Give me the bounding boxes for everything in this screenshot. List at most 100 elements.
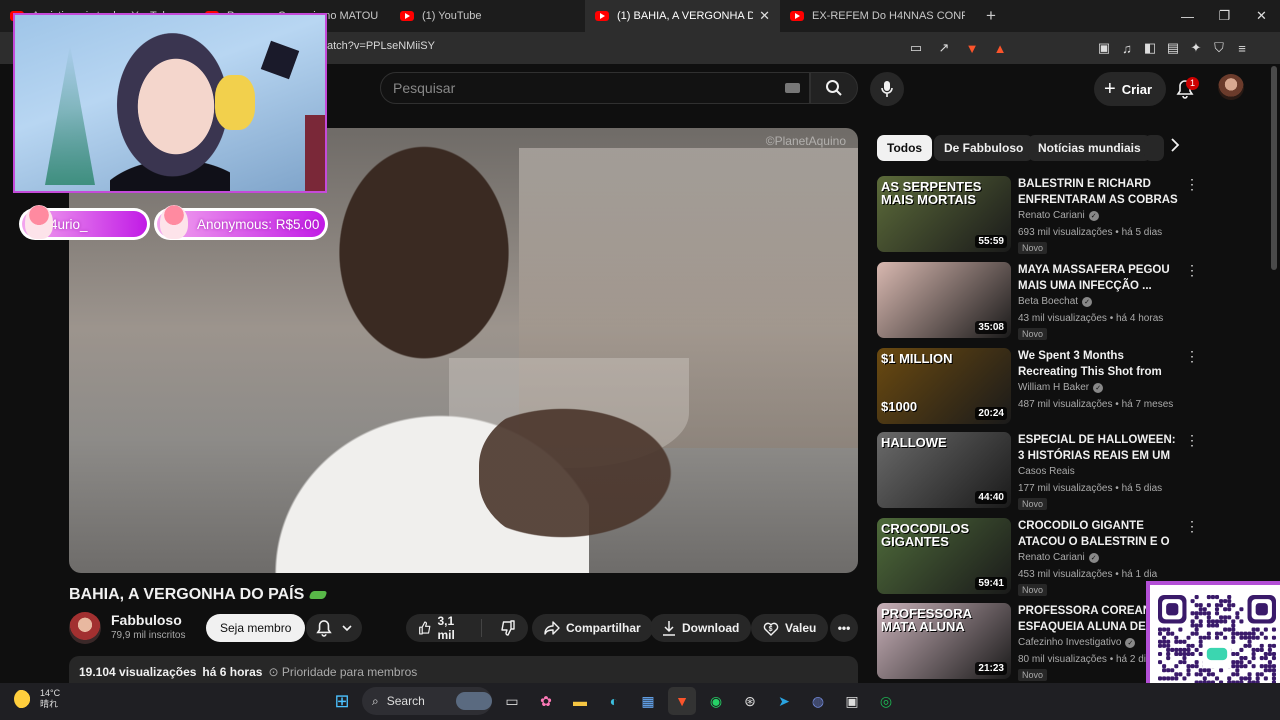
video-player[interactable]: ©PlanetAquino xyxy=(69,128,858,573)
download-button[interactable]: Download xyxy=(650,614,752,642)
video-thumbnail[interactable]: $1 MILLION $1000 20:24 xyxy=(877,348,1011,424)
spotify-icon[interactable]: ◎ xyxy=(872,687,900,715)
recommendation-item[interactable]: CROCODILOS GIGANTES 59:41 CROCODILO GIGANT… xyxy=(877,518,1199,598)
more-vertical-icon[interactable]: ⋮ xyxy=(1185,348,1199,365)
channel-text: Renato Cariani xyxy=(1018,552,1085,563)
cast-icon[interactable]: ▭ xyxy=(905,37,927,59)
qr-module xyxy=(1223,635,1228,640)
close-tab-icon[interactable]: ✕ xyxy=(759,8,770,24)
windows-start-icon[interactable]: ⊞ xyxy=(328,687,356,715)
file-explorer-icon[interactable]: ▬ xyxy=(566,687,594,715)
video-thumbnail[interactable]: CROCODILOS GIGANTES 59:41 xyxy=(877,518,1011,594)
sidebar-icon[interactable]: ◧ xyxy=(1139,37,1161,59)
chip-from-channel[interactable]: De Fabbuloso xyxy=(934,135,1034,161)
chip-partial[interactable] xyxy=(1144,135,1164,161)
taskbar-search[interactable]: ⌕ Search xyxy=(362,687,492,715)
qr-module xyxy=(1235,668,1240,673)
recommendation-title[interactable]: We Spent 3 Months Recreating This Shot f… xyxy=(1018,348,1178,380)
qr-module xyxy=(1247,631,1252,636)
qr-module xyxy=(1162,664,1167,669)
recommendation-title[interactable]: ESPECIAL DE HALLOWEEN: 3 HISTÓRIAS REAIS… xyxy=(1018,432,1178,464)
more-vertical-icon[interactable]: ⋮ xyxy=(1185,518,1199,535)
more-vertical-icon[interactable]: ⋮ xyxy=(1185,262,1199,279)
vpn-icon[interactable]: ⛉ xyxy=(1208,37,1230,59)
search-input[interactable]: Pesquisar xyxy=(380,72,810,104)
dislike-button[interactable] xyxy=(488,620,528,636)
weather-widget[interactable]: 14°C 晴れ xyxy=(14,688,60,710)
more-vertical-icon[interactable]: ⋮ xyxy=(1185,176,1199,193)
chevron-right-icon[interactable] xyxy=(1170,138,1190,158)
recommendation-item[interactable]: AS SERPENTES MAIS MORTAIS 55:59 BALESTRIN … xyxy=(877,176,1199,256)
recommendation-title[interactable]: CROCODILO GIGANTE ATACOU O BALESTRIN E O… xyxy=(1018,518,1178,550)
recommendation-item[interactable]: 35:08 MAYA MASSAFERA PEGOU MAIS UMA INFEC… xyxy=(877,262,1199,342)
moon-icon xyxy=(14,689,34,709)
keyboard-icon[interactable] xyxy=(785,83,800,93)
qr-module xyxy=(1194,647,1199,652)
video-thumbnail[interactable]: PROFESSORA MATA ALUNA 21:23 xyxy=(877,603,1011,679)
qr-module xyxy=(1178,639,1183,644)
recommendation-channel[interactable]: Cafezinho Investigativo ✓ xyxy=(1018,637,1136,648)
search-button[interactable] xyxy=(810,72,858,104)
close-window-icon[interactable]: ✕ xyxy=(1243,0,1280,32)
subscription-bell-button[interactable] xyxy=(306,614,362,642)
page-scrollbar[interactable] xyxy=(1271,66,1277,270)
recommendation-channel[interactable]: William H Baker ✓ xyxy=(1018,382,1104,393)
wallet-icon[interactable]: ▤ xyxy=(1162,37,1184,59)
edge-icon[interactable]: ◐ xyxy=(600,687,628,715)
channel-avatar[interactable] xyxy=(69,612,101,644)
qr-module xyxy=(1202,676,1207,681)
telegram-icon[interactable]: ➤ xyxy=(770,687,798,715)
thanks-button[interactable]: $ Valeu xyxy=(751,614,829,642)
more-actions-button[interactable]: ••• xyxy=(830,614,858,642)
recommendation-channel[interactable]: Casos Reais xyxy=(1018,466,1075,477)
video-thumbnail[interactable]: HALLOWE 44:40 xyxy=(877,432,1011,508)
account-avatar[interactable] xyxy=(1218,74,1244,100)
qr-module xyxy=(1182,651,1187,657)
menu-icon[interactable]: ≡ xyxy=(1231,37,1253,59)
recommendation-title[interactable]: MAYA MASSAFERA PEGOU MAIS UMA INFECÇÃO .… xyxy=(1018,262,1178,294)
url-field[interactable]: atch?v=PPLseNMiiSY xyxy=(327,40,435,52)
recommendation-item[interactable]: $1 MILLION $1000 20:24 We Spent 3 Months Re… xyxy=(877,348,1199,428)
steam-icon[interactable]: ⊛ xyxy=(736,687,764,715)
reader-mode-icon[interactable]: ▣ xyxy=(1093,37,1115,59)
brave-icon[interactable]: ▼ xyxy=(668,687,696,715)
discord-icon[interactable]: ◍ xyxy=(804,687,832,715)
create-label: Criar xyxy=(1121,81,1153,97)
voice-search-button[interactable] xyxy=(870,72,904,106)
notification-badge: 1 xyxy=(1186,77,1200,90)
video-thumbnail[interactable]: AS SERPENTES MAIS MORTAIS 55:59 xyxy=(877,176,1011,252)
recommendation-channel[interactable]: Renato Cariani ✓ xyxy=(1018,552,1099,563)
recommendation-item[interactable]: HALLOWE 44:40 ESPECIAL DE HALLOWEEN: 3 HIS… xyxy=(877,432,1199,512)
recommendation-item[interactable]: PROFESSORA MATA ALUNA 21:23 PROFESSORA COR… xyxy=(877,603,1199,683)
chip-all[interactable]: Todos xyxy=(877,135,933,161)
whatsapp-icon[interactable]: ◉ xyxy=(702,687,730,715)
new-tab-button[interactable]: + xyxy=(979,4,1003,28)
recommendation-channel[interactable]: Renato Cariani ✓ xyxy=(1018,210,1099,221)
restore-icon[interactable]: ❐ xyxy=(1206,0,1243,32)
join-button[interactable]: Seja membro xyxy=(206,614,306,642)
store-icon[interactable]: ▦ xyxy=(634,687,662,715)
more-vertical-icon[interactable]: ⋮ xyxy=(1185,432,1199,449)
minimize-icon[interactable]: — xyxy=(1169,0,1206,32)
channel-name[interactable]: Fabbuloso xyxy=(111,612,182,628)
brave-rewards-icon[interactable]: ▲ xyxy=(989,37,1011,59)
share-page-icon[interactable]: ↗ xyxy=(933,37,955,59)
media-icon[interactable]: ♫ xyxy=(1116,37,1138,59)
brave-shields-icon[interactable]: ▼ xyxy=(961,37,983,59)
verified-icon: ✓ xyxy=(1082,296,1093,307)
chip-world-news[interactable]: Notícias mundiais xyxy=(1028,135,1151,161)
like-button[interactable]: 3,1 mil xyxy=(406,614,482,642)
share-button[interactable]: Compartilhar xyxy=(532,614,653,642)
tab-bahia-active[interactable]: (1) BAHIA, A VERGONHA DO PAÍS ✕ xyxy=(585,0,780,32)
task-view-icon[interactable]: ▭ xyxy=(498,687,526,715)
tab-ex-refem[interactable]: EX-REFEM Do H4NNAS CONFRONTA xyxy=(780,0,975,32)
recommendation-title[interactable]: BALESTRIN E RICHARD ENFRENTARAM AS COBRA… xyxy=(1018,176,1178,208)
tab-youtube-home[interactable]: (1) YouTube xyxy=(390,0,585,32)
create-button[interactable]: + Criar xyxy=(1094,72,1167,106)
leo-ai-icon[interactable]: ✦ xyxy=(1185,37,1207,59)
app-icon[interactable]: ▣ xyxy=(838,687,866,715)
qr-module xyxy=(1202,611,1207,616)
recommendation-channel[interactable]: Beta Boechat ✓ xyxy=(1018,296,1093,307)
copilot-icon[interactable]: ✿ xyxy=(532,687,560,715)
video-thumbnail[interactable]: 35:08 xyxy=(877,262,1011,338)
